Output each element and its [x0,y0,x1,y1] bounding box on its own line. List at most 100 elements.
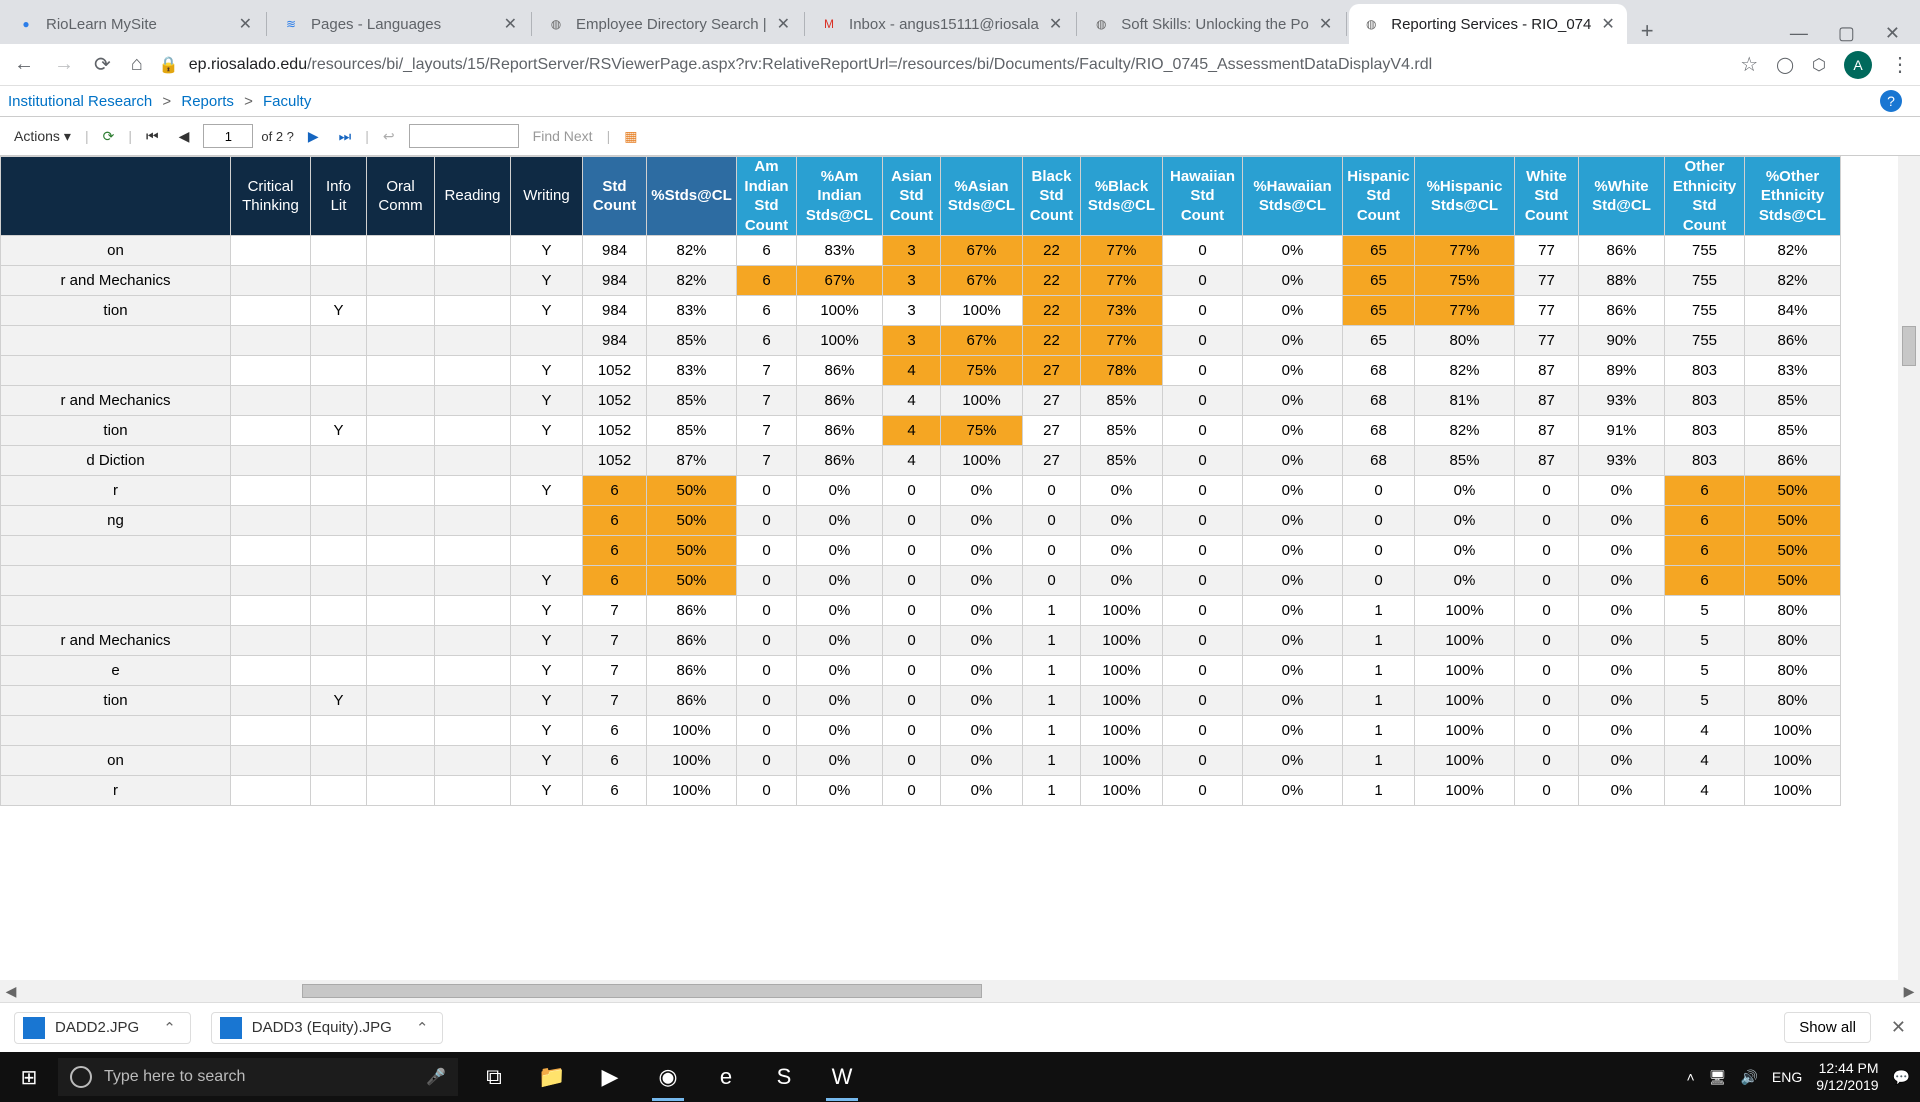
cell: Y [511,596,583,626]
column-header[interactable]: %AmIndianStds@CL [797,157,883,236]
nav-forward-icon[interactable]: → [50,49,78,80]
last-page-icon[interactable]: ⏭ [333,126,358,147]
mic-icon[interactable]: 🎤 [426,1067,446,1087]
column-header[interactable]: AmIndianStdCount [737,157,797,236]
column-header[interactable]: Reading [435,157,511,236]
chrome-icon[interactable]: ◉ [644,1053,692,1101]
edge-icon[interactable]: e [702,1053,750,1101]
breadcrumb-link[interactable]: Institutional Research [8,93,152,110]
vertical-scrollbar[interactable] [1898,156,1920,980]
cell: 100% [1745,716,1841,746]
horizontal-scrollbar[interactable]: ◀ ▶ [0,980,1920,1002]
column-header[interactable]: InfoLit [311,157,367,236]
page-number-input[interactable] [203,124,253,148]
cell: 67% [797,266,883,296]
bookmark-star-icon[interactable]: ☆ [1740,52,1758,77]
back-parent-icon[interactable]: ↩ [377,126,401,147]
table-row: rY6100%00%00%1100%00%1100%00%4100% [1,776,1841,806]
breadcrumb-link[interactable]: Faculty [263,93,311,110]
column-header[interactable]: HawaiianStdCount [1163,157,1243,236]
tray-chevron-icon[interactable]: ˄ [1687,1069,1695,1085]
download-item[interactable]: DADD3 (Equity).JPG ⌃ [211,1012,444,1044]
actions-menu[interactable]: Actions ▾ [8,126,77,147]
notifications-icon[interactable]: 💬 [1893,1069,1910,1086]
breadcrumb-link[interactable]: Reports [181,93,234,110]
scrollbar-thumb[interactable] [302,984,982,998]
tab-close-icon[interactable]: ✕ [767,14,790,34]
profile-avatar[interactable]: A [1844,51,1872,79]
browser-tab[interactable]: ●RioLearn MySite✕ [4,4,264,44]
column-header[interactable]: OralComm [367,157,435,236]
column-header[interactable]: BlackStdCount [1023,157,1081,236]
nav-back-icon[interactable]: ← [10,49,38,80]
find-next-button[interactable]: Find Next [527,126,599,146]
browser-tab[interactable]: ◍Employee Directory Search |✕ [534,4,802,44]
tab-close-icon[interactable]: ✕ [1309,14,1332,34]
word-icon[interactable]: W [818,1053,866,1101]
tab-close-icon[interactable]: ✕ [1591,14,1614,34]
row-label [1,536,231,566]
column-header[interactable]: StdCount [583,157,647,236]
help-icon[interactable]: ? [1880,90,1902,112]
tray-lang[interactable]: ENG [1772,1069,1802,1085]
task-view-icon[interactable]: ⧉ [470,1053,518,1101]
cell [311,656,367,686]
column-header[interactable]: Writing [511,157,583,236]
chevron-up-icon[interactable]: ⌃ [416,1019,429,1037]
media-app-icon[interactable]: ▶ [586,1053,634,1101]
address-bar[interactable]: 🔒 ep.riosalado.edu/resources/bi/_layouts… [159,55,1728,75]
skype-icon[interactable]: S [760,1053,808,1101]
column-header[interactable]: %HispanicStds@CL [1415,157,1515,236]
browser-tab[interactable]: ≋Pages - Languages✕ [269,4,529,44]
first-page-icon[interactable]: ⏮ [140,126,165,147]
window-close-icon[interactable]: ✕ [1885,23,1900,44]
column-header[interactable]: CriticalThinking [231,157,311,236]
extension-icon[interactable]: ◯ [1776,55,1794,75]
tab-close-icon[interactable]: ✕ [229,14,252,34]
atom-feed-icon[interactable]: ▦ [618,126,643,147]
chrome-menu-icon[interactable]: ⋮ [1890,52,1910,77]
tray-display-icon[interactable]: 🖥 [1709,1069,1727,1086]
column-header[interactable]: OtherEthnicityStdCount [1665,157,1745,236]
show-all-downloads-button[interactable]: Show all [1784,1012,1871,1043]
browser-tab[interactable]: ◍Soft Skills: Unlocking the Po✕ [1079,4,1344,44]
report-viewport[interactable]: CriticalThinkingInfoLitOralCommReadingWr… [0,156,1920,980]
column-header[interactable]: %OtherEthnicityStds@CL [1745,157,1841,236]
column-header[interactable]: WhiteStdCount [1515,157,1579,236]
nav-home-icon[interactable]: ⌂ [127,49,147,80]
column-header[interactable]: %HawaiianStds@CL [1243,157,1343,236]
cell: 27 [1023,386,1081,416]
download-item[interactable]: DADD2.JPG ⌃ [14,1012,191,1044]
taskbar-search[interactable]: Type here to search 🎤 [58,1058,458,1096]
column-header[interactable]: %BlackStds@CL [1081,157,1163,236]
column-header[interactable]: AsianStdCount [883,157,941,236]
start-button[interactable]: ⊞ [0,1065,58,1090]
column-header[interactable]: %WhiteStd@CL [1579,157,1665,236]
tray-volume-icon[interactable]: 🔊 [1740,1069,1757,1086]
row-label: r and Mechanics [1,626,231,656]
prev-page-icon[interactable]: ◀ [173,126,196,147]
tab-close-icon[interactable]: ✕ [1039,14,1062,34]
close-shelf-icon[interactable]: ✕ [1891,1017,1906,1038]
file-explorer-icon[interactable]: 📁 [528,1053,576,1101]
tab-close-icon[interactable]: ✕ [494,14,517,34]
browser-tab[interactable]: ◍Reporting Services - RIO_074✕ [1349,4,1627,44]
column-header[interactable]: %Stds@CL [647,157,737,236]
find-input[interactable] [409,124,519,148]
cell [311,626,367,656]
window-minimize-icon[interactable]: — [1790,23,1808,44]
column-header[interactable]: %AsianStds@CL [941,157,1023,236]
refresh-report-icon[interactable]: ⟳ [97,126,121,147]
tray-clock[interactable]: 12:44 PM 9/12/2019 [1816,1060,1878,1094]
nav-reload-icon[interactable]: ⟳ [90,48,115,81]
cell: 22 [1023,326,1081,356]
browser-tab[interactable]: MInbox - angus15111@riosala✕ [807,4,1074,44]
next-page-icon[interactable]: ▶ [302,126,325,147]
chevron-up-icon[interactable]: ⌃ [163,1019,176,1037]
extension2-icon[interactable]: ⬡ [1812,55,1826,75]
cell [367,686,435,716]
new-tab-button[interactable]: + [1627,18,1668,44]
window-maximize-icon[interactable]: ▢ [1838,23,1855,44]
column-header[interactable]: HispanicStdCount [1343,157,1415,236]
row-label: on [1,746,231,776]
